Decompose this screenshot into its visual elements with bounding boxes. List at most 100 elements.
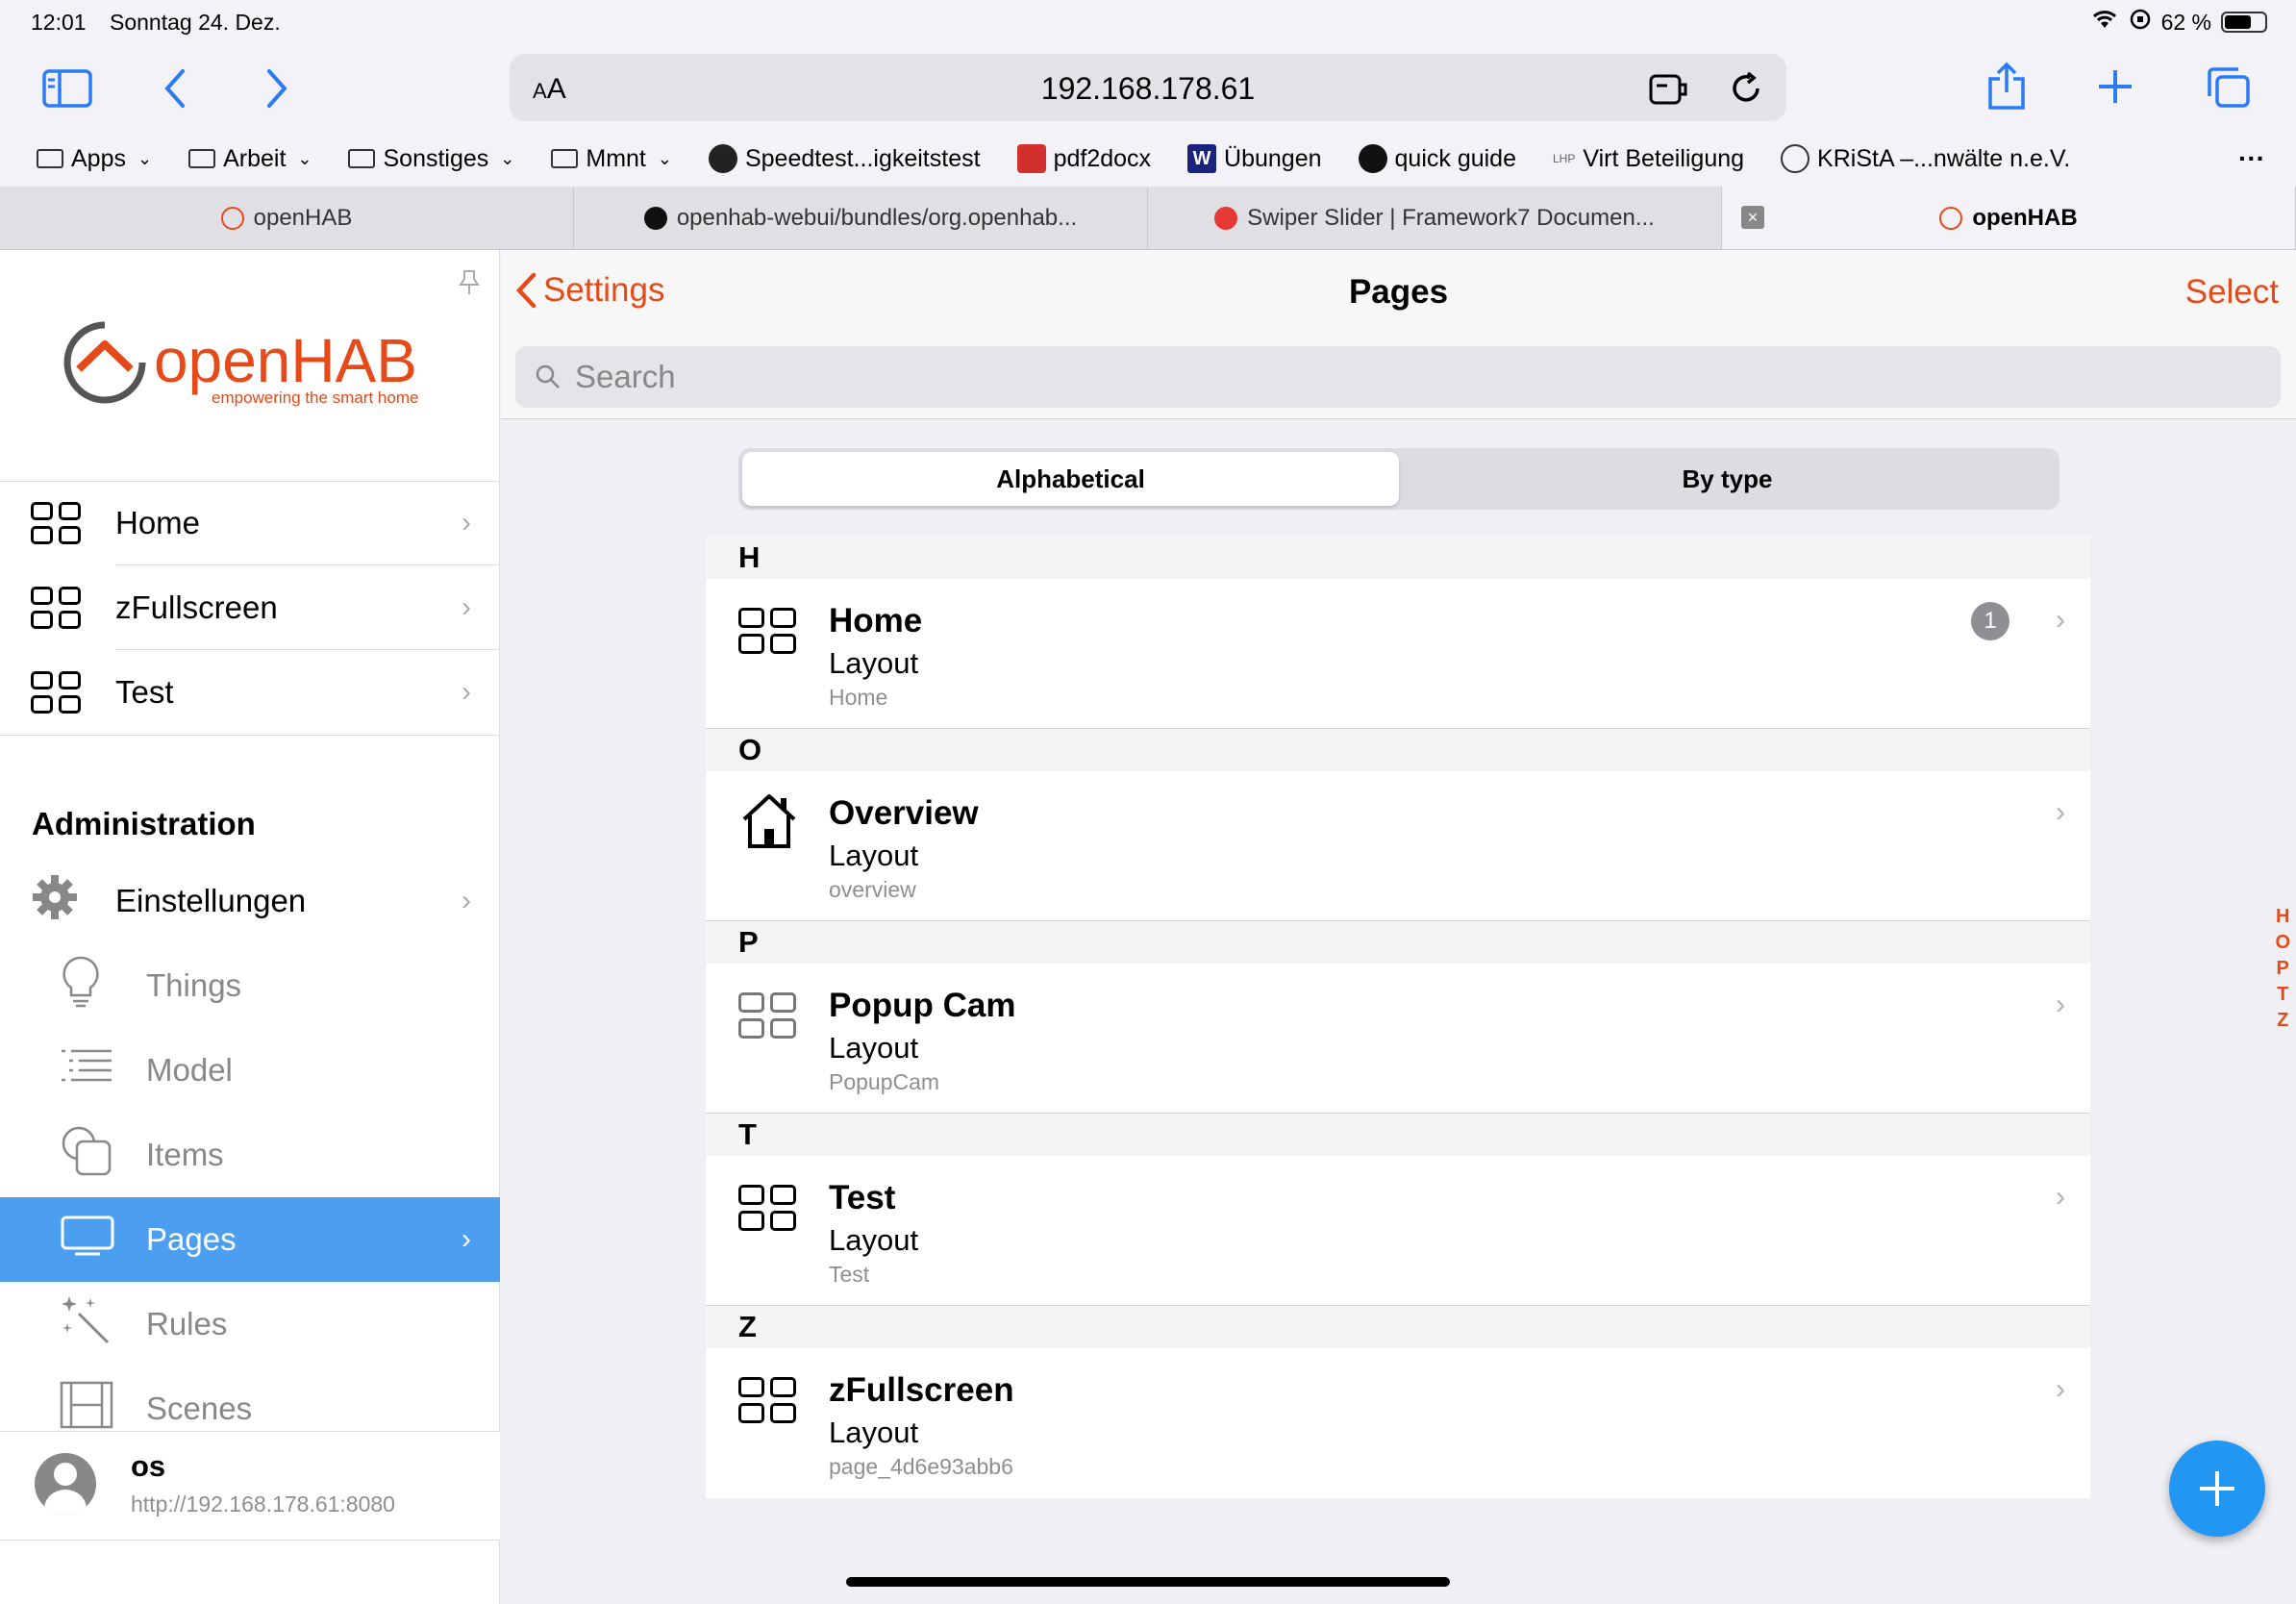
- sidebar-item-zfullscreen[interactable]: zFullscreen ›: [0, 565, 500, 650]
- group-header-o: O: [706, 729, 2090, 771]
- close-tab-icon[interactable]: ×: [1741, 206, 1764, 229]
- add-page-button[interactable]: [2169, 1441, 2265, 1537]
- film-icon: [60, 1381, 113, 1437]
- group-header-t: T: [706, 1114, 2090, 1156]
- extension-icon[interactable]: [1648, 73, 1688, 111]
- openhab-logo-icon: [63, 321, 146, 404]
- list-item-home[interactable]: Home Layout Home 1 ›: [706, 579, 2090, 729]
- bookmark-uebungen[interactable]: W Übungen: [1187, 144, 1322, 173]
- chevron-right-icon: ›: [462, 1223, 471, 1255]
- address-bar[interactable]: AA 192.168.178.61: [510, 54, 1786, 121]
- index-letter[interactable]: O: [2275, 930, 2290, 956]
- list-item-overview[interactable]: Overview Layout overview ›: [706, 771, 2090, 921]
- reload-icon[interactable]: [1729, 71, 1763, 111]
- items-icon: [60, 1124, 113, 1186]
- index-letter[interactable]: T: [2277, 982, 2288, 1008]
- select-button[interactable]: Select: [2185, 273, 2279, 312]
- sidebar-item-things[interactable]: Things: [0, 943, 500, 1028]
- list-tree-icon: [60, 1047, 113, 1093]
- folder-icon: [551, 149, 579, 168]
- browser-toolbar: AA 192.168.178.61: [0, 48, 2296, 131]
- home-indicator[interactable]: [846, 1577, 1450, 1587]
- index-letter[interactable]: Z: [2277, 1008, 2288, 1034]
- folder-icon: [348, 149, 376, 168]
- grid-icon: [31, 671, 81, 714]
- count-badge: 1: [1971, 602, 2009, 640]
- segment-alphabetical[interactable]: Alphabetical: [742, 452, 1399, 506]
- index-letter[interactable]: P: [2277, 956, 2289, 982]
- sidebar-item-pages[interactable]: Pages ›: [0, 1197, 500, 1282]
- divider: [0, 735, 500, 736]
- tab-github[interactable]: openhab-webui/bundles/org.openhab...: [574, 187, 1148, 249]
- pin-icon[interactable]: [459, 269, 480, 301]
- sidebar-item-test[interactable]: Test ›: [0, 650, 500, 735]
- share-icon[interactable]: [1986, 62, 2027, 116]
- more-icon[interactable]: ···: [2238, 143, 2265, 174]
- search-input[interactable]: Search: [515, 346, 2281, 408]
- sidebar-item-model[interactable]: Model: [0, 1028, 500, 1113]
- tab-bar: openHAB openhab-webui/bundles/org.openha…: [0, 187, 2296, 250]
- group-header-z: Z: [706, 1306, 2090, 1348]
- chevron-right-icon: ›: [2056, 796, 2065, 828]
- bookmark-quick-guide[interactable]: quick guide: [1358, 144, 1516, 173]
- bookmark-folder-sonstiges[interactable]: Sonstiges ⌄: [348, 145, 514, 173]
- group-header-h: H: [706, 537, 2090, 579]
- bookmarks-bar: Apps ⌄ Arbeit ⌄ Sonstiges ⌄ Mmnt ⌄ Speedtest…: [0, 131, 2296, 187]
- chevron-right-icon: ›: [462, 676, 471, 708]
- bookmark-speedtest[interactable]: Speedtest...igkeitstest: [708, 144, 981, 173]
- w-logo-icon: W: [1187, 144, 1217, 173]
- lightbulb-icon: [60, 955, 102, 1016]
- avatar: [35, 1453, 96, 1515]
- grid-icon: [738, 608, 796, 654]
- gear-icon: [31, 873, 79, 929]
- pages-list: H Home Layout Home 1 › O Overview Layout…: [706, 537, 2090, 1498]
- main-content: Settings Pages Select Search Alphabetica…: [501, 250, 2296, 1604]
- speedometer-icon: [708, 144, 737, 173]
- logo-tagline: empowering the smart home: [212, 388, 419, 407]
- status-date: Sonntag 24. Dez.: [110, 10, 281, 35]
- sidebar-item-home[interactable]: Home ›: [0, 481, 500, 565]
- sidebar-item-items[interactable]: Items: [0, 1113, 500, 1197]
- url-text: 192.168.178.61: [1040, 71, 1256, 106]
- tab-swiper[interactable]: Swiper Slider | Framework7 Documen...: [1148, 187, 1722, 249]
- bookmark-folder-arbeit[interactable]: Arbeit ⌄: [188, 145, 312, 173]
- chevron-down-icon: ⌄: [657, 148, 672, 168]
- sidebar-toggle-icon[interactable]: [42, 69, 92, 113]
- list-item-popup-cam[interactable]: Popup Cam Layout PopupCam ›: [706, 964, 2090, 1114]
- sidebar-item-rules[interactable]: Rules: [0, 1282, 500, 1366]
- chevron-right-icon: ›: [2056, 1181, 2065, 1213]
- forward-icon[interactable]: [263, 67, 290, 114]
- list-item-zfullscreen[interactable]: zFullscreen Layout page_4d6e93abb6 ›: [706, 1348, 2090, 1498]
- user-name: os: [131, 1449, 166, 1483]
- status-bar: 12:01 Sonntag 24. Dez. 62 %: [0, 0, 2296, 48]
- logo-text: openHAB: [154, 326, 417, 395]
- plus-icon: [2200, 1471, 2234, 1506]
- lhp-logo-icon: LHP: [1553, 152, 1576, 165]
- tab-openhab-active[interactable]: × openHAB: [1722, 187, 2296, 249]
- grid-icon: [738, 1185, 796, 1231]
- grid-icon: [738, 992, 796, 1039]
- bookmark-pdf2docx[interactable]: pdf2docx: [1016, 144, 1151, 173]
- back-icon[interactable]: [162, 67, 188, 114]
- tabs-overview-icon[interactable]: [2206, 65, 2252, 114]
- search-icon: [536, 364, 560, 388]
- github-icon: [1358, 144, 1387, 173]
- list-item-test[interactable]: Test Layout Test ›: [706, 1156, 2090, 1306]
- tab-openhab-1[interactable]: openHAB: [0, 187, 574, 249]
- administration-heading: Administration: [32, 806, 256, 841]
- sidebar-item-einstellungen[interactable]: Einstellungen ›: [0, 859, 500, 943]
- user-profile[interactable]: os http://192.168.178.61:8080: [0, 1431, 500, 1541]
- index-letter[interactable]: H: [2276, 904, 2289, 930]
- bookmark-folder-apps[interactable]: Apps ⌄: [37, 145, 152, 173]
- new-tab-icon[interactable]: [2096, 67, 2134, 111]
- alphabet-index[interactable]: H O P T Z: [2275, 904, 2290, 1034]
- openhab-favicon-icon: [220, 206, 244, 230]
- magic-wand-icon: [60, 1294, 112, 1354]
- bookmark-virt-beteiligung[interactable]: LHP Virt Beteiligung: [1553, 145, 1744, 173]
- chevron-down-icon: ⌄: [500, 148, 515, 168]
- pdf-icon: [1016, 144, 1046, 173]
- bookmark-folder-mmnt[interactable]: Mmnt ⌄: [551, 145, 672, 173]
- bookmark-krista[interactable]: KRiStA –...nwälte n.e.V.: [1781, 144, 2070, 173]
- battery-percent: 62 %: [2160, 9, 2211, 35]
- segment-by-type[interactable]: By type: [1399, 452, 2056, 506]
